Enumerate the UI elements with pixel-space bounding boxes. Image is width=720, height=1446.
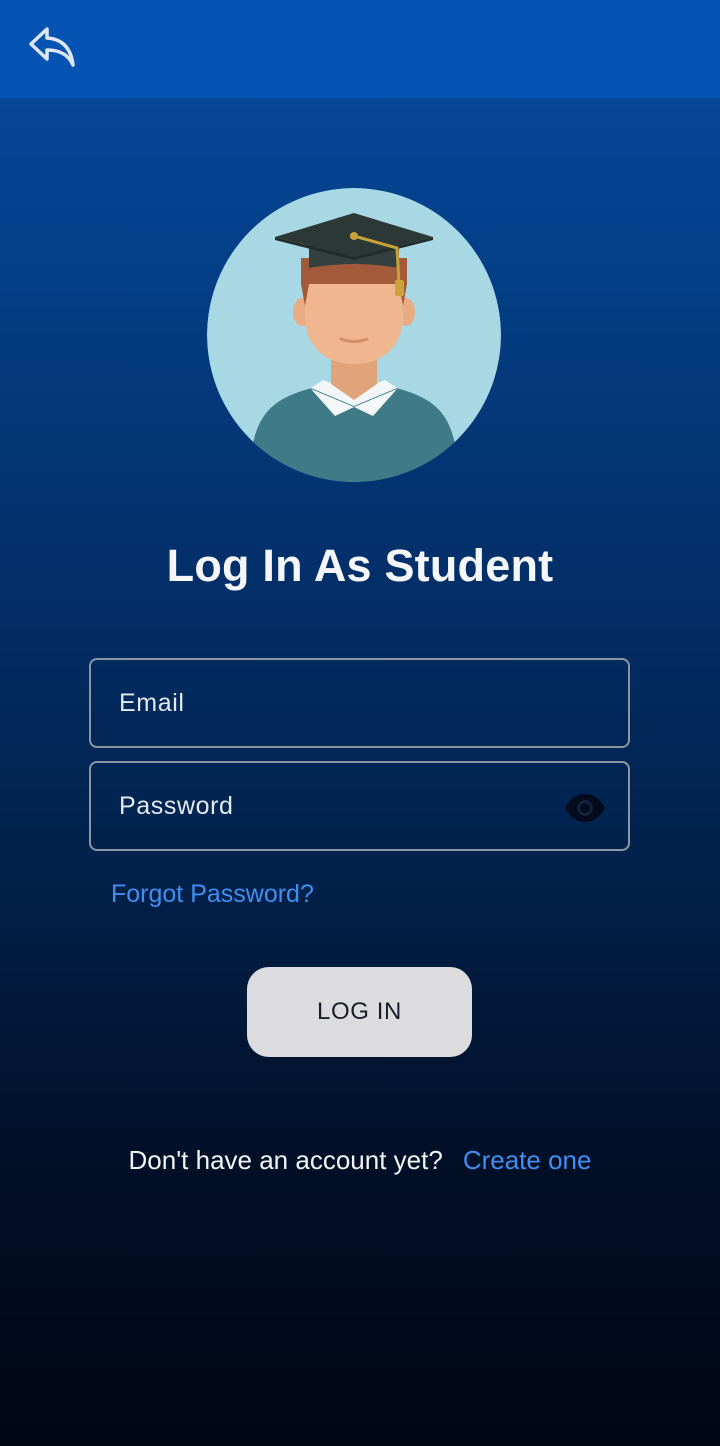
email-field[interactable] bbox=[89, 658, 630, 748]
password-field[interactable] bbox=[89, 761, 630, 851]
toggle-password-visibility-button[interactable] bbox=[564, 793, 606, 823]
login-screen: Log In As Student Forgot Password? LOG I… bbox=[0, 0, 720, 1446]
eye-icon bbox=[565, 794, 605, 822]
page-title: Log In As Student bbox=[166, 540, 554, 591]
password-input[interactable] bbox=[91, 790, 541, 822]
reply-arrow-icon bbox=[29, 27, 75, 67]
top-app-bar bbox=[0, 0, 720, 98]
back-button[interactable] bbox=[22, 22, 80, 74]
signup-prompt-row: Don't have an account yet? Create one bbox=[0, 1145, 720, 1176]
forgot-password-link[interactable]: Forgot Password? bbox=[111, 880, 314, 909]
login-button[interactable]: LOG IN bbox=[247, 967, 472, 1057]
student-avatar bbox=[207, 188, 501, 482]
create-account-link[interactable]: Create one bbox=[463, 1145, 592, 1175]
signup-prompt-text: Don't have an account yet? bbox=[128, 1145, 443, 1175]
email-input[interactable] bbox=[91, 687, 541, 719]
